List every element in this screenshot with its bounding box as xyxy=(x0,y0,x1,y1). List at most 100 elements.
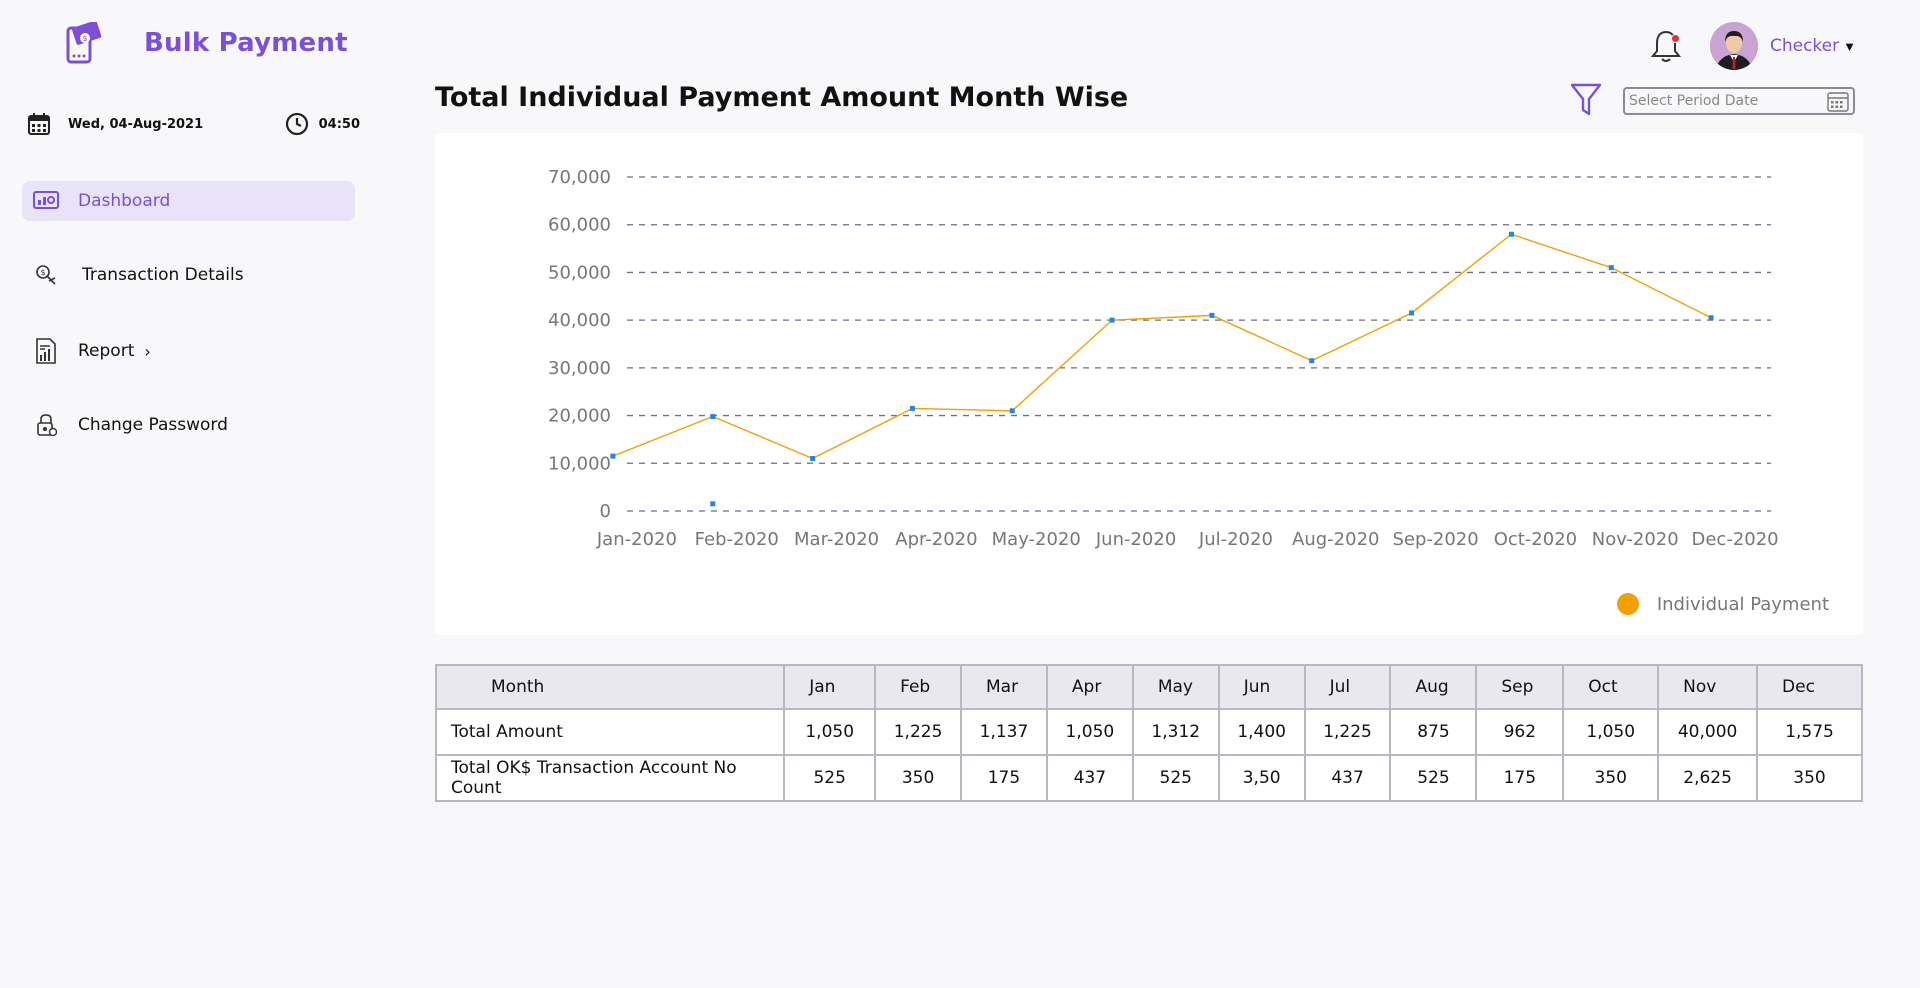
column-header: Nov xyxy=(1657,664,1759,710)
data-point xyxy=(1409,310,1415,316)
line-chart: 0 10,000 20,000 30,000 40,000 50,000 60,000 70,… xyxy=(548,167,1779,550)
time-display: 04:50 xyxy=(285,112,360,136)
datetime-row: Wed, 04-Aug-2021 04:50 xyxy=(28,112,360,136)
data-point-stray xyxy=(710,501,716,507)
table-cell: 40,000 xyxy=(1657,708,1759,756)
svg-text:$: $ xyxy=(40,268,45,277)
table-cell: 525 xyxy=(1131,754,1220,802)
x-tick-label: Oct-2020 xyxy=(1494,529,1577,550)
x-tick-label: May-2020 xyxy=(992,529,1081,550)
user-menu-toggle[interactable]: Checker xyxy=(1770,36,1839,56)
data-point xyxy=(810,456,816,462)
row-label: Total Amount xyxy=(434,708,786,756)
sidebar-item-change-password[interactable]: Change Password xyxy=(22,405,355,445)
sidebar-item-label: Report xyxy=(78,341,135,361)
x-tick-label: Dec-2020 xyxy=(1692,529,1779,550)
data-point xyxy=(610,453,616,459)
column-header: Feb xyxy=(874,664,963,710)
table-cell: 1,575 xyxy=(1756,708,1863,756)
column-header: Jul xyxy=(1303,664,1392,710)
x-tick-label: Jan-2020 xyxy=(596,529,677,550)
data-point xyxy=(909,405,915,411)
series-line-individual-payment xyxy=(612,233,1712,460)
x-tick-label: Jul-2020 xyxy=(1198,529,1273,550)
column-header: Oct xyxy=(1562,664,1660,710)
current-time: 04:50 xyxy=(318,116,360,132)
table-cell: 1,225 xyxy=(1303,708,1392,756)
x-tick-label: Jun-2020 xyxy=(1095,529,1176,550)
wallet-phone-icon: $ xyxy=(66,22,102,64)
table-cell: 1,050 xyxy=(783,708,877,756)
lock-icon xyxy=(32,411,60,439)
period-date-field[interactable] xyxy=(1623,87,1855,115)
table-cell: 175 xyxy=(1475,754,1565,802)
table-header-row: Month Jan Feb Mar Apr May Jun Jul Aug Sep Oct Nov De… xyxy=(434,664,1863,710)
y-tick-label: 0 xyxy=(600,501,611,522)
dashboard-icon xyxy=(32,187,60,215)
table-cell: 525 xyxy=(1389,754,1478,802)
data-point xyxy=(1708,315,1714,321)
summary-table: Month Jan Feb Mar Apr May Jun Jul Aug Sep Oct Nov De… xyxy=(434,664,1863,802)
table-cell: 437 xyxy=(1303,754,1392,802)
data-point xyxy=(710,414,716,420)
table-cell: 1,225 xyxy=(874,708,963,756)
page-title: Total Individual Payment Amount Month Wi… xyxy=(435,82,1129,113)
y-tick-label: 10,000 xyxy=(548,453,611,474)
period-date-input[interactable] xyxy=(1629,93,1819,109)
current-date: Wed, 04-Aug-2021 xyxy=(68,116,204,132)
sidebar-item-label: Change Password xyxy=(78,415,228,435)
y-tick-label: 30,000 xyxy=(548,358,611,379)
column-header: Aug xyxy=(1389,664,1478,710)
date-display: Wed, 04-Aug-2021 xyxy=(28,113,203,135)
table-cell: 1,400 xyxy=(1217,708,1306,756)
row-label: Total OK$ Transaction Account No Count xyxy=(434,754,786,802)
sidebar-item-transaction-details[interactable]: $ Transaction Details xyxy=(22,255,355,295)
table-cell: 350 xyxy=(874,754,963,802)
column-header-month: Month xyxy=(434,664,786,710)
clock-icon xyxy=(285,112,308,136)
user-avatar-icon xyxy=(1709,22,1758,70)
sidebar-item-report[interactable]: Report › xyxy=(22,331,355,371)
notifications-button[interactable] xyxy=(1646,26,1686,66)
y-tick-label: 50,000 xyxy=(548,262,611,283)
sidebar-nav: Dashboard $ Transaction Details Report › xyxy=(22,181,355,445)
column-header: May xyxy=(1131,664,1220,710)
data-point xyxy=(1508,231,1514,237)
legend-label: Individual Payment xyxy=(1656,593,1829,615)
svg-text:$: $ xyxy=(82,34,87,43)
chart-legend: Individual Payment xyxy=(1616,593,1829,615)
brand: $ Bulk Payment xyxy=(66,22,348,64)
table-cell: 437 xyxy=(1045,754,1134,802)
x-tick-label: Mar-2020 xyxy=(794,529,879,550)
column-header: Jun xyxy=(1217,664,1306,710)
data-point xyxy=(1209,312,1215,318)
column-header: Dec xyxy=(1756,664,1863,710)
calendar-icon xyxy=(28,113,50,135)
filter-icon[interactable] xyxy=(1570,82,1602,118)
table-row: Total OK$ Transaction Account No Count 52… xyxy=(434,754,1863,802)
table-row: Total Amount 1,050 1,225 1,137 1,050 1,312 1,4… xyxy=(434,708,1863,756)
user-area: Checker ▼ xyxy=(1646,22,1856,70)
sidebar-item-dashboard[interactable]: Dashboard xyxy=(22,181,355,221)
chart-card: 0 10,000 20,000 30,000 40,000 50,000 60,000 70,… xyxy=(435,133,1863,635)
column-header: Sep xyxy=(1475,664,1565,710)
x-tick-label: Apr-2020 xyxy=(895,529,977,550)
table-cell: 525 xyxy=(783,754,877,802)
caret-down-icon[interactable]: ▼ xyxy=(1843,39,1856,54)
table-cell: 1,137 xyxy=(960,708,1048,756)
data-point xyxy=(1109,317,1115,323)
report-icon xyxy=(32,337,60,365)
x-tick-label: Sep-2020 xyxy=(1392,529,1478,550)
calendar-picker-icon[interactable] xyxy=(1827,91,1849,113)
x-tick-label: Nov-2020 xyxy=(1592,529,1679,550)
avatar[interactable] xyxy=(1709,22,1758,70)
y-tick-label: 20,000 xyxy=(548,406,611,427)
notification-badge xyxy=(1670,34,1680,43)
bell-icon xyxy=(1650,30,1682,62)
column-header: Apr xyxy=(1045,664,1134,710)
table-cell: 1,312 xyxy=(1131,708,1220,756)
data-point xyxy=(1608,265,1614,271)
table-cell: 3,50 xyxy=(1217,754,1306,802)
transaction-icon: $ xyxy=(32,261,60,289)
sidebar-item-label: Transaction Details xyxy=(82,265,244,285)
